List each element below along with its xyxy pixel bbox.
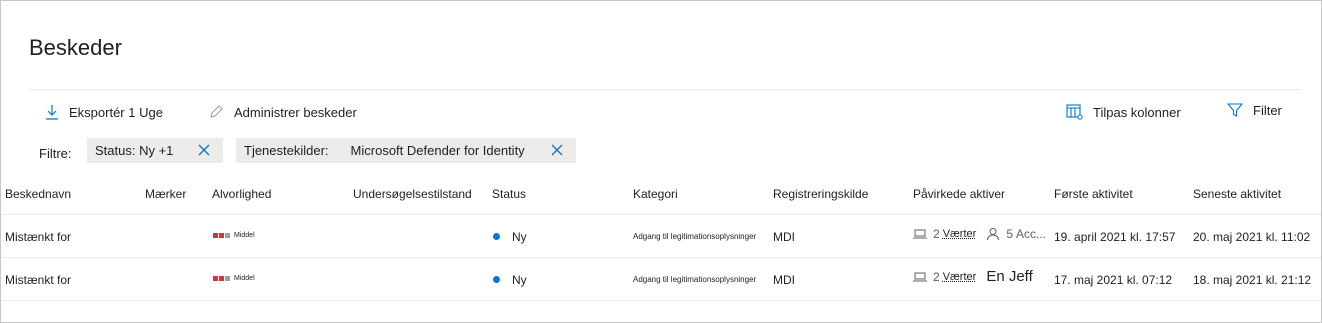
filter-chip-status: Status: Ny +1 — [87, 138, 223, 163]
hosts-count: 2 — [933, 269, 940, 284]
hosts-label[interactable]: Værter — [943, 228, 977, 240]
column-header-alert-name[interactable]: Beskednavn — [5, 187, 71, 201]
status-label: Ny — [512, 230, 527, 244]
column-header-first-activity[interactable]: Første aktivitet — [1054, 187, 1133, 201]
detection-source-cell: MDI — [773, 230, 795, 244]
column-header-investigation-state[interactable]: Undersøgelsestilstand — [353, 187, 472, 201]
user-icon — [987, 228, 1000, 241]
customize-columns-button[interactable]: Tilpas kolonner — [1066, 104, 1181, 120]
manage-alerts-button[interactable]: Administrer beskeder — [208, 104, 357, 120]
customize-columns-label: Tilpas kolonner — [1093, 104, 1181, 120]
status-cell: Ny — [493, 273, 527, 287]
laptop-icon — [913, 229, 927, 239]
hosts-label[interactable]: Værter — [943, 271, 977, 283]
status-cell: Ny — [493, 230, 527, 244]
laptop-icon — [913, 272, 927, 281]
last-activity-cell: 20. maj 2021 kl. 11:02 — [1193, 230, 1311, 244]
severity-indicator: Middel — [213, 275, 255, 282]
header-row-divider — [1, 214, 1321, 215]
column-header-impacted-assets[interactable]: Påvirkede aktiver — [913, 187, 1005, 201]
severity-indicator: Middel — [213, 232, 255, 239]
filter-chip-source-key: Tjenestekilder: — [244, 143, 329, 158]
manage-alerts-label: Administrer beskeder — [234, 104, 357, 120]
accounts-label[interactable]: Acc... — [1016, 227, 1046, 241]
row-divider — [1, 300, 1321, 301]
category-cell: Adgang til legitimationsoplysninger — [633, 232, 757, 241]
status-label: Ny — [512, 273, 527, 287]
category-cell: Adgang til legitimationsoplysninger — [633, 275, 757, 284]
filter-button[interactable]: Filter — [1227, 102, 1282, 118]
row-divider — [1, 257, 1321, 258]
filter-label: Filter — [1253, 102, 1282, 118]
hosts-count: 2 — [933, 227, 940, 241]
page-title: Beskeder — [29, 35, 122, 60]
alert-name-link[interactable]: Mistænkt for — [5, 230, 71, 244]
columns-icon — [1066, 104, 1083, 120]
column-header-tags[interactable]: Mærker — [145, 187, 186, 201]
filter-chip-status-label: Status: Ny +1 — [95, 143, 174, 158]
detection-source-cell: MDI — [773, 273, 795, 287]
filter-chip-service-source: Tjenestekilder: Microsoft Defender for I… — [236, 138, 576, 163]
close-icon[interactable] — [550, 143, 564, 157]
column-header-category[interactable]: Kategori — [633, 187, 678, 201]
accounts-count: 5 — [1006, 227, 1013, 241]
column-header-severity[interactable]: Alvorlighed — [212, 187, 271, 201]
column-header-status[interactable]: Status — [492, 187, 526, 201]
impacted-assets-cell[interactable]: 2 Værter En Jeff — [913, 268, 1033, 285]
last-activity-cell: 18. maj 2021 kl. 21:12 — [1193, 273, 1312, 287]
header-divider — [29, 89, 1301, 90]
first-activity-cell: 19. april 2021 kl. 17:57 — [1054, 230, 1176, 244]
severity-label: Middel — [234, 275, 255, 282]
status-dot-icon — [493, 276, 500, 284]
download-icon — [46, 105, 58, 120]
impacted-assets-cell[interactable]: 2 Værter 5 Acc... — [913, 227, 1046, 241]
status-dot-icon — [493, 233, 500, 241]
export-button[interactable]: Eksportér 1 Uge — [45, 104, 163, 120]
filter-chip-source-value: Microsoft Defender for Identity — [350, 143, 525, 158]
alerts-page: Beskeder Eksportér 1 Uge Administrer bes… — [0, 0, 1322, 323]
column-header-detection-source[interactable]: Registreringskilde — [773, 187, 868, 201]
alert-name-link[interactable]: Mistænkt for — [5, 273, 71, 287]
export-label: Eksportér 1 Uge — [69, 104, 163, 120]
user-name[interactable]: En Jeff — [986, 268, 1032, 285]
pencil-icon — [210, 105, 223, 118]
close-icon[interactable] — [197, 143, 211, 157]
filter-icon — [1227, 103, 1243, 117]
first-activity-cell: 17. maj 2021 kl. 07:12 — [1054, 273, 1173, 287]
column-header-last-activity[interactable]: Seneste aktivitet — [1193, 187, 1281, 201]
filters-label: Filtre: — [39, 146, 72, 161]
severity-label: Middel — [234, 232, 255, 239]
